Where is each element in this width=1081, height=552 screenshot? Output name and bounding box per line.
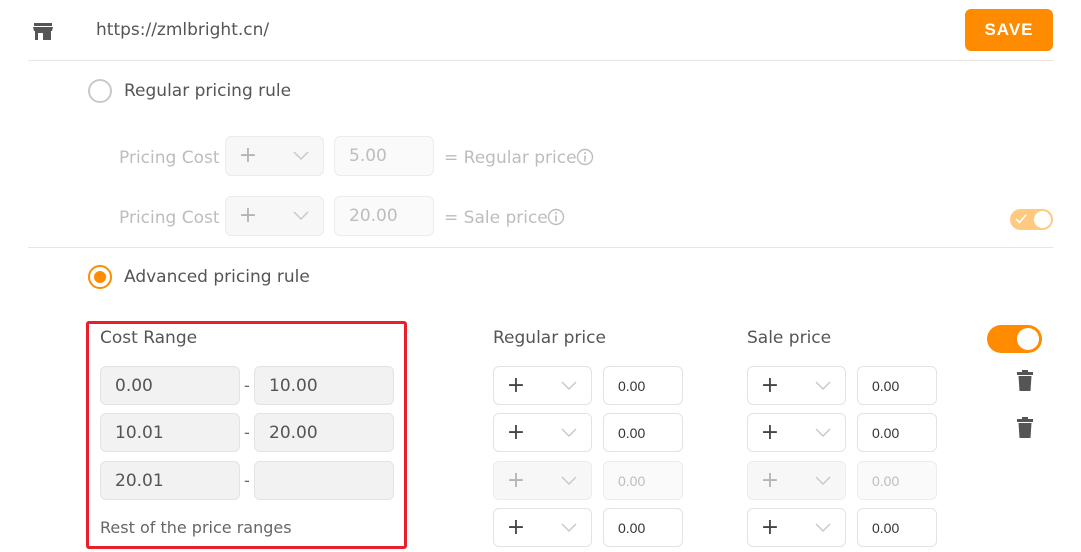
chevron-down-icon <box>815 475 831 485</box>
chevron-down-icon <box>815 380 831 390</box>
chevron-down-icon <box>561 427 577 437</box>
sale-operator-select[interactable]: + <box>747 508 846 547</box>
sale-result-label: = Sale price <box>444 208 548 228</box>
operator-value: + <box>506 467 526 493</box>
operator-value: + <box>760 419 780 445</box>
regular-operator-select[interactable]: + <box>225 136 324 176</box>
toggle-knob <box>1034 211 1051 228</box>
regular-result-label: = Regular price <box>444 148 577 168</box>
regular-rule-label: Regular pricing rule <box>124 81 292 101</box>
operator-value: + <box>760 514 780 540</box>
advanced-rule-toggle[interactable] <box>987 325 1042 353</box>
operator-value: + <box>760 372 780 398</box>
regular-cost-input[interactable]: 5.00 <box>334 136 434 176</box>
regular-value-input[interactable]: 0.00 <box>603 508 683 547</box>
divider <box>28 247 1053 248</box>
regular-value-input[interactable]: 0.00 <box>603 366 683 405</box>
store-icon <box>33 23 53 40</box>
sale-operator-select[interactable]: + <box>747 461 846 500</box>
regular-operator-select[interactable]: + <box>493 413 592 452</box>
trash-icon[interactable] <box>1016 417 1034 439</box>
pricing-cost-label: Pricing Cost <box>119 148 220 168</box>
chevron-down-icon <box>561 522 577 532</box>
sale-cost-input[interactable]: 20.00 <box>334 196 434 236</box>
save-button[interactable]: SAVE <box>965 9 1053 51</box>
store-url: https://zmlbright.cn/ <box>96 20 270 40</box>
chevron-down-icon <box>815 427 831 437</box>
regular-operator-select[interactable]: + <box>493 461 592 500</box>
sale-value-input[interactable]: 0.00 <box>857 461 937 500</box>
regular-rule-toggle[interactable] <box>1010 209 1053 230</box>
regular-rule-radio[interactable] <box>88 79 112 103</box>
regular-price-header: Regular price <box>493 328 606 348</box>
info-icon[interactable] <box>576 148 594 166</box>
advanced-rule-label: Advanced pricing rule <box>124 267 310 287</box>
sale-operator-select[interactable]: + <box>225 196 324 236</box>
sale-operator-select[interactable]: + <box>747 366 846 405</box>
divider <box>28 60 1053 61</box>
operator-value: + <box>760 467 780 493</box>
regular-operator-select[interactable]: + <box>493 366 592 405</box>
check-icon <box>1015 214 1027 224</box>
operator-value: + <box>238 143 258 168</box>
toggle-knob <box>1017 328 1039 350</box>
regular-operator-select[interactable]: + <box>493 508 592 547</box>
operator-value: + <box>506 419 526 445</box>
operator-value: + <box>506 372 526 398</box>
pricing-cost-label: Pricing Cost <box>119 208 220 228</box>
chevron-down-icon <box>815 522 831 532</box>
advanced-rule-radio[interactable] <box>88 265 112 289</box>
operator-value: + <box>238 203 258 228</box>
operator-value: + <box>506 514 526 540</box>
chevron-down-icon <box>561 380 577 390</box>
regular-value-input[interactable]: 0.00 <box>603 413 683 452</box>
sale-price-header: Sale price <box>747 328 832 348</box>
regular-value-input[interactable]: 0.00 <box>603 461 683 500</box>
sale-value-input[interactable]: 0.00 <box>857 413 937 452</box>
highlight-box <box>86 321 407 549</box>
chevron-down-icon <box>561 475 577 485</box>
sale-value-input[interactable]: 0.00 <box>857 508 937 547</box>
chevron-down-icon <box>293 211 309 221</box>
sale-value-input[interactable]: 0.00 <box>857 366 937 405</box>
sale-operator-select[interactable]: + <box>747 413 846 452</box>
trash-icon[interactable] <box>1016 370 1034 392</box>
info-icon[interactable] <box>547 208 565 226</box>
chevron-down-icon <box>293 151 309 161</box>
